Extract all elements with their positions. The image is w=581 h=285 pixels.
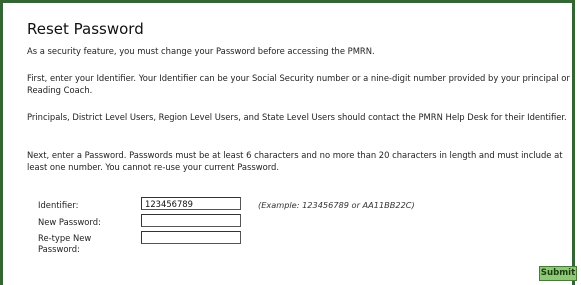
submit-button[interactable]: Submit bbox=[539, 266, 577, 281]
new-password-label: New Password: bbox=[38, 217, 101, 227]
security-notice-text: As a security feature, you must change y… bbox=[27, 46, 375, 56]
identifier-label: Identifier: bbox=[38, 200, 79, 210]
reset-password-panel: Reset Password As a security feature, yo… bbox=[0, 0, 577, 285]
identifier-example-hint: (Example: 123456789 or AA11BB22C) bbox=[258, 200, 415, 210]
identifier-input[interactable] bbox=[141, 197, 241, 210]
page-title: Reset Password bbox=[27, 20, 144, 38]
password-rules-text: Next, enter a Password. Passwords must b… bbox=[27, 150, 563, 172]
help-desk-instructions-text: Principals, District Level Users, Region… bbox=[27, 112, 567, 122]
retype-password-label: Re-type New Password: bbox=[38, 233, 92, 254]
retype-password-input[interactable] bbox=[141, 231, 241, 244]
identifier-instructions-text: First, enter your Identifier. Your Ident… bbox=[27, 73, 570, 95]
new-password-input[interactable] bbox=[141, 214, 241, 227]
